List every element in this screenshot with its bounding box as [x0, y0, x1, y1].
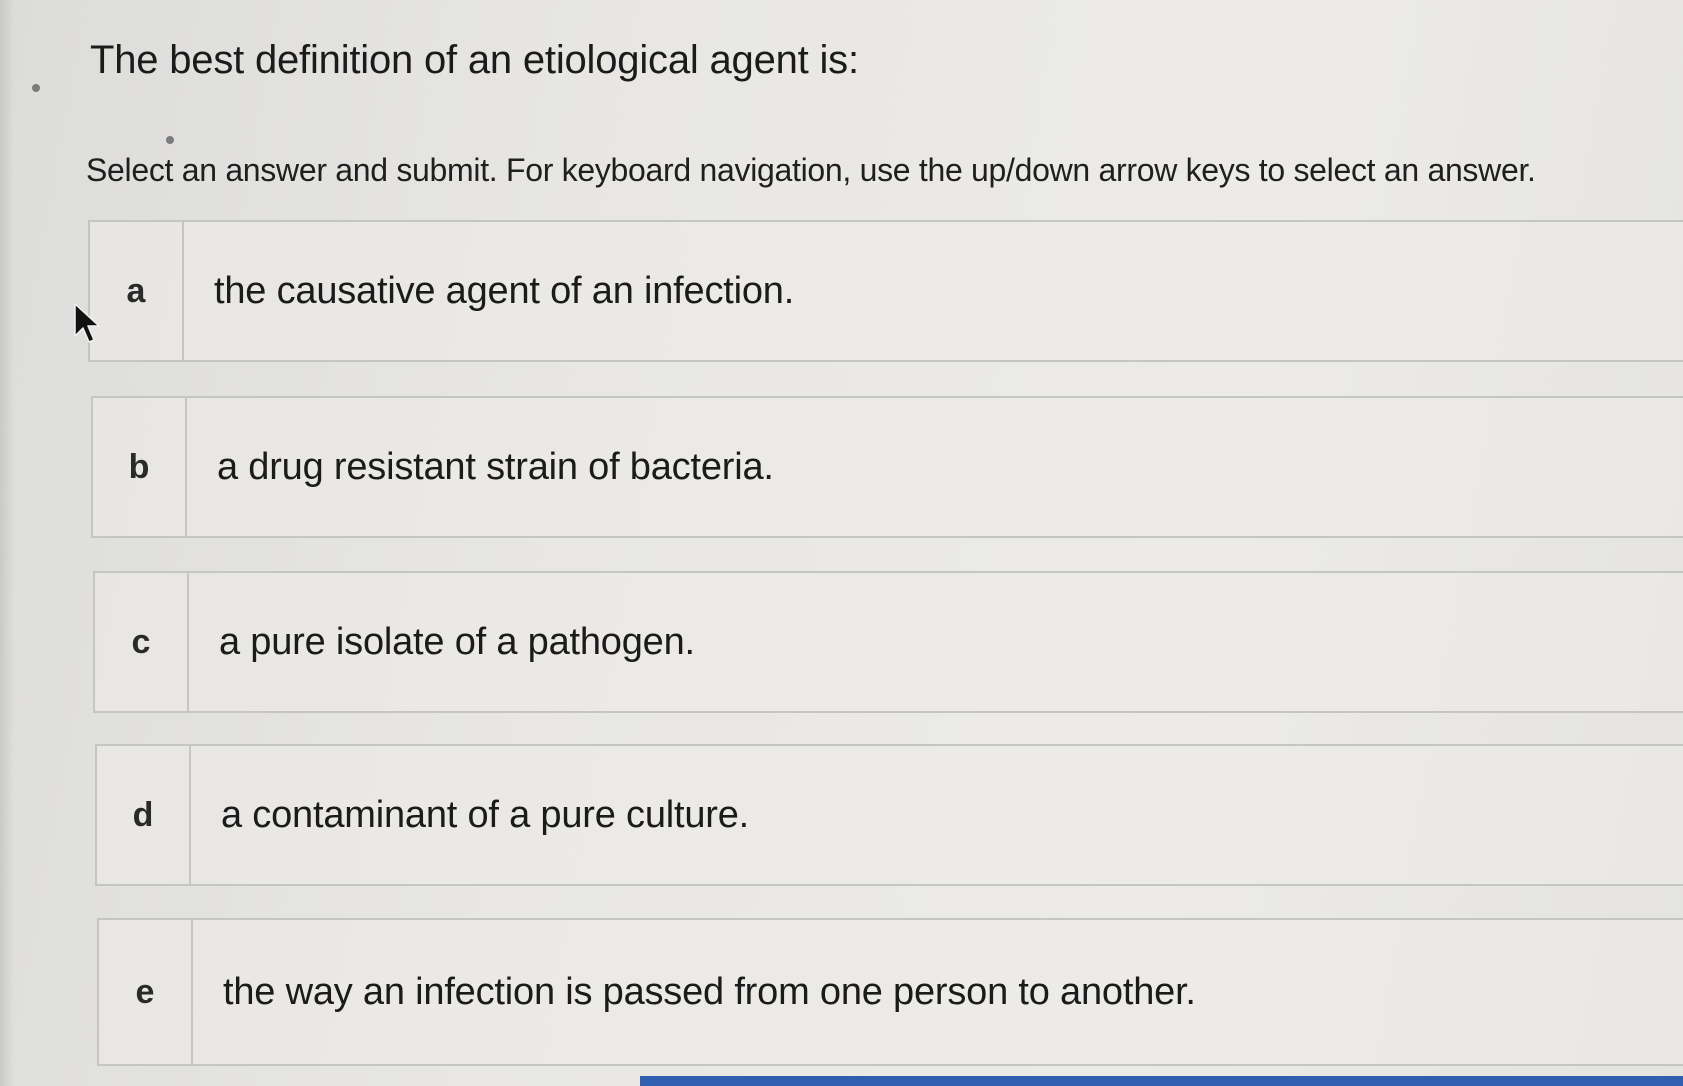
choice-letter: e: [99, 920, 193, 1064]
choice-text: a pure isolate of a pathogen.: [219, 620, 695, 663]
choice-letter: c: [95, 573, 189, 711]
choice-text: a drug resistant strain of bacteria.: [217, 445, 774, 488]
choice-text: a contaminant of a pure culture.: [221, 793, 750, 836]
choice-text: the way an infection is passed from one …: [223, 970, 1196, 1013]
answer-choice-b[interactable]: b a drug resistant strain of bacteria.: [91, 396, 1683, 538]
choice-letter: b: [93, 398, 187, 536]
mouse-pointer-icon: [74, 303, 100, 343]
answer-choice-c[interactable]: c a pure isolate of a pathogen.: [93, 571, 1683, 713]
answer-choice-a[interactable]: a the causative agent of an infection.: [88, 220, 1683, 362]
choice-letter: a: [90, 222, 184, 360]
answer-choice-d[interactable]: d a contaminant of a pure culture.: [95, 744, 1683, 886]
answer-choice-e[interactable]: e the way an infection is passed from on…: [97, 918, 1683, 1066]
answer-choices-list: a the causative agent of an infection. b…: [0, 0, 1683, 1086]
bottom-accent-bar: [640, 1076, 1683, 1086]
choice-letter: d: [97, 746, 191, 884]
choice-text: the causative agent of an infection.: [214, 269, 795, 312]
